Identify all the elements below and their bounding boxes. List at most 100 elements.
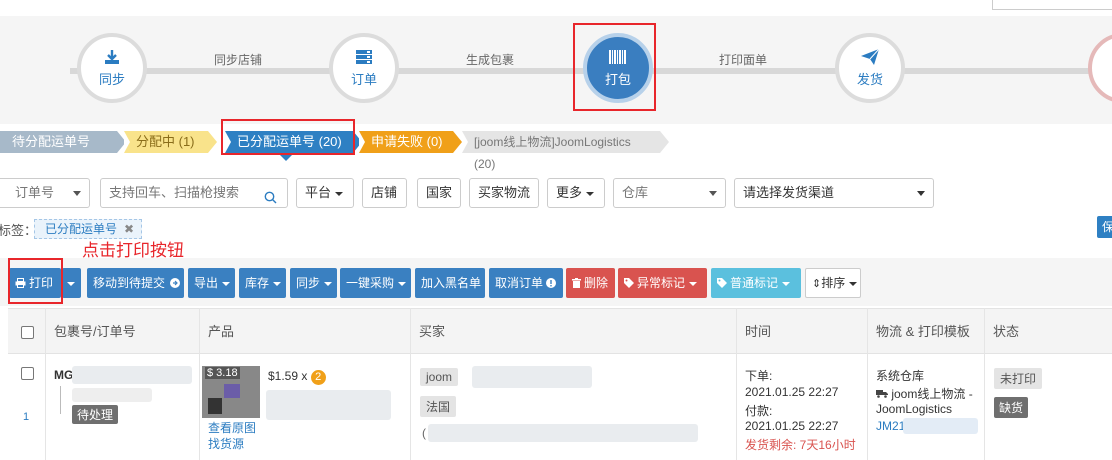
sort-dropdown-label: 排序 (821, 276, 846, 290)
cancel-order-label: 取消订单 (495, 276, 544, 290)
step-sync[interactable]: 同步 (77, 33, 147, 103)
top-search-input[interactable] (992, 0, 1112, 10)
buyer-logistics-button[interactable]: 买家物流 (469, 178, 539, 208)
row-checkbox[interactable] (21, 367, 34, 380)
one-click-purchase-label: 一键采购 (346, 276, 395, 290)
find-source-link[interactable]: 找货源 (208, 435, 244, 452)
header-product: 产品 (199, 309, 410, 355)
tab-apply-failed[interactable]: 申请失败 (0) (359, 131, 462, 153)
tab-notch (359, 131, 365, 153)
country-button-label: 国家 (426, 185, 453, 200)
print-dropdown-toggle[interactable] (62, 268, 81, 298)
caret-down-icon (849, 281, 858, 286)
tags-label-text: 标签： (0, 223, 38, 238)
platform-dropdown-label: 平台 (305, 185, 332, 200)
buyer-address-prefix: ( (422, 426, 426, 440)
product-thumbnail[interactable]: $ 3.18 (202, 366, 260, 418)
step-order-label: 订单 (350, 72, 377, 87)
step-order[interactable]: 订单 (329, 33, 399, 103)
order-time-label: 下单: (745, 369, 773, 383)
warehouse-select[interactable]: 仓库 (613, 178, 726, 208)
product-price-text: $1.59 x (268, 369, 308, 383)
tag-icon (624, 269, 634, 299)
logistics-name: joom线上物流 - (891, 387, 973, 401)
step-next-partial[interactable] (1088, 33, 1112, 103)
more-dropdown[interactable]: 更多 (547, 178, 605, 208)
stock-dropdown[interactable]: 库存 (239, 268, 286, 298)
abnormal-mark-dropdown[interactable]: 异常标记 (618, 268, 707, 298)
caret-down-icon (273, 281, 282, 286)
cancel-order-button[interactable]: 取消订单 (489, 268, 563, 298)
column-divider (867, 308, 868, 460)
header-time: 时间 (736, 309, 867, 355)
column-divider (984, 308, 985, 460)
platform-dropdown[interactable]: 平台 (296, 178, 354, 208)
tags-label: 标签： (0, 220, 37, 239)
tracking-number-link[interactable]: JM21 (876, 419, 905, 433)
delete-button[interactable]: 删除 (566, 268, 615, 298)
export-dropdown[interactable]: 导出 (188, 268, 235, 298)
select-all-checkbox[interactable] (21, 326, 34, 339)
trash-icon (572, 269, 581, 299)
pay-time-label: 付款: (745, 404, 773, 418)
country-button[interactable]: 国家 (417, 178, 461, 208)
tab-arrow (660, 131, 669, 153)
caret-down-icon (67, 281, 75, 286)
step-ship-label: 发货 (856, 72, 883, 87)
tab-arrow (208, 131, 217, 153)
buyer-logistics-button-label: 买家物流 (478, 185, 531, 200)
server-icon (353, 48, 375, 66)
caret-down-icon (222, 281, 231, 286)
workflow-step-bar: 同步 同步店铺 订单 生成包裹 打包 打印面单 发货 (0, 16, 1112, 124)
logistics-line: joom线上物流 - (876, 385, 973, 402)
view-original-image-link[interactable]: 查看原图 (208, 419, 256, 436)
sync-dropdown[interactable]: 同步 (290, 268, 337, 298)
connector-sync-store: 同步店铺 (214, 53, 263, 67)
one-click-purchase-dropdown[interactable]: 一键采购 (340, 268, 411, 298)
logistics-name-2: JoomLogistics (876, 402, 953, 416)
step-ship[interactable]: 发货 (835, 33, 905, 103)
column-divider (410, 308, 411, 460)
tab-arrow (453, 131, 462, 153)
package-number[interactable]: MG (54, 368, 73, 382)
redacted-buyer-address (428, 424, 698, 442)
order-number-select[interactable]: 订单号 (0, 178, 90, 208)
store-button[interactable]: 店铺 (362, 178, 407, 208)
tab-awaiting-tracking[interactable]: 待分配运单号 (0) (0, 131, 126, 171)
sort-icon: ⇕ (812, 278, 822, 290)
move-to-pending-button[interactable]: 移动到待提交 (87, 268, 184, 298)
product-price-tag: $ 3.18 (205, 367, 240, 379)
ship-remaining-time: 发货剩余: 7天16小时 (745, 438, 856, 452)
redacted-buyer-name (472, 366, 592, 388)
redacted-product-info (266, 390, 391, 420)
header-logistics-template: 物流 & 打印模板 (867, 309, 984, 355)
highlight-box-assigned-tab (221, 119, 355, 155)
header-select-cell (8, 309, 45, 355)
tab-notch (124, 131, 130, 153)
paper-plane-icon (859, 48, 881, 66)
more-dropdown-label: 更多 (556, 185, 583, 200)
shipping-channel-select[interactable]: 请选择发货渠道 (734, 178, 934, 208)
normal-mark-dropdown[interactable]: 普通标记 (711, 268, 801, 298)
warehouse-select-label: 仓库 (622, 185, 649, 200)
order-number-select-label: 订单号 (15, 185, 55, 200)
tab-assigning[interactable]: 分配中 (1) (124, 131, 217, 153)
column-divider (45, 308, 46, 460)
redacted-tracking-number (903, 418, 978, 434)
column-divider (736, 308, 737, 460)
caret-down-icon (689, 281, 698, 286)
search-input[interactable]: 支持回车、扫描枪搜索 (100, 178, 288, 208)
truck-icon (876, 387, 891, 401)
save-button[interactable]: 保 (1097, 216, 1112, 238)
add-blacklist-button[interactable]: 加入黑名单 (415, 268, 485, 298)
sort-dropdown[interactable]: ⇕排序 (805, 268, 861, 298)
move-to-pending-label: 移动到待提交 (93, 276, 166, 290)
product-image-block (224, 384, 240, 398)
header-buyer: 买家 (410, 309, 736, 355)
tab-joom-logistics-label: [joom线上物流]JoomLogistics (20) (474, 135, 631, 171)
export-dropdown-label: 导出 (194, 276, 219, 290)
tab-joom-logistics[interactable]: [joom线上物流]JoomLogistics (20) (462, 131, 669, 171)
search-icon (264, 186, 277, 214)
column-divider (199, 308, 200, 460)
tab-apply-failed-label: 申请失败 (0) (371, 134, 443, 149)
